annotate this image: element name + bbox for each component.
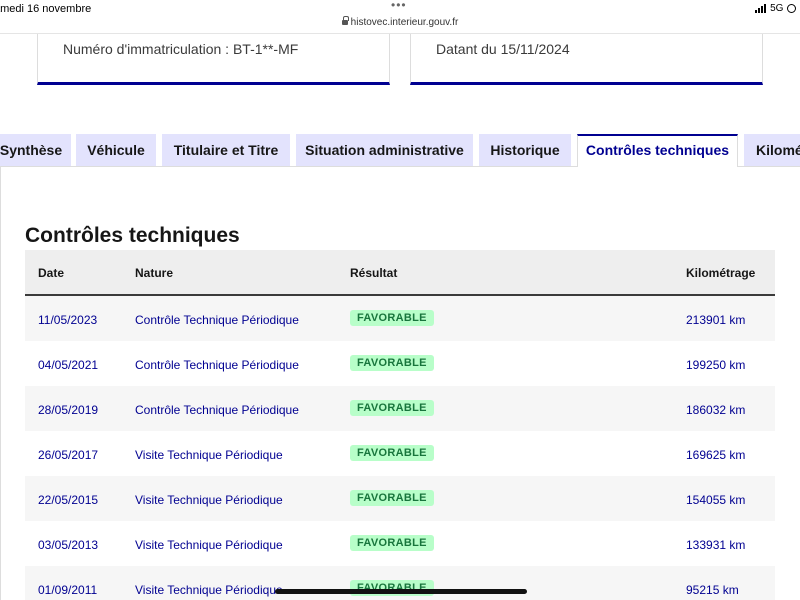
- result-badge: FAVORABLE: [350, 310, 434, 326]
- status-bar: amedi 16 novembre ••• histovec.interieur…: [0, 0, 800, 34]
- row-date: 03/05/2013: [38, 538, 99, 552]
- report-date-card: Datant du 15/11/2024: [410, 34, 763, 85]
- registration-card: Numéro d'immatriculation : BT-1**-MF: [37, 34, 390, 85]
- result-badge: FAVORABLE: [350, 445, 434, 461]
- row-km: 133931 km: [686, 538, 746, 552]
- result-badge: FAVORABLE: [350, 490, 434, 506]
- clock-icon: [787, 4, 797, 13]
- section-title: Contrôles techniques: [25, 224, 240, 247]
- table-row: 11/05/2023 Contrôle Technique Périodique…: [25, 296, 775, 341]
- row-nature: Contrôle Technique Périodique: [135, 313, 299, 327]
- row-date: 01/09/2011: [38, 583, 98, 597]
- header-km: Kilométrage: [686, 266, 756, 280]
- table-row: 26/05/2017 Visite Technique Périodique F…: [25, 431, 775, 476]
- lock-icon: [341, 16, 349, 25]
- tab-kilometrage[interactable]: Kilomé: [744, 134, 800, 166]
- status-indicators: 5G 7: [755, 3, 800, 14]
- report-date: Datant du 15/11/2024: [436, 41, 570, 57]
- row-date: 28/05/2019: [38, 403, 99, 417]
- row-date: 22/05/2015: [38, 493, 99, 507]
- row-km: 199250 km: [686, 358, 746, 372]
- signal-icon: [755, 4, 767, 13]
- row-km: 186032 km: [686, 403, 746, 417]
- tab-vehicule[interactable]: Véhicule: [76, 134, 156, 166]
- more-dots-icon[interactable]: •••: [391, 0, 407, 12]
- table-header: Date Nature Résultat Kilométrage: [25, 250, 775, 296]
- row-nature: Visite Technique Périodique: [135, 538, 283, 552]
- row-date: 26/05/2017: [38, 448, 99, 462]
- url-text: histovec.interieur.gouv.fr: [350, 17, 459, 28]
- table-row: 22/05/2015 Visite Technique Périodique F…: [25, 476, 775, 521]
- row-nature: Visite Technique Périodique: [135, 583, 283, 597]
- header-date: Date: [38, 266, 65, 280]
- row-nature: Contrôle Technique Périodique: [135, 358, 299, 372]
- result-badge: FAVORABLE: [350, 535, 434, 551]
- row-km: 154055 km: [686, 493, 746, 507]
- header-result: Résultat: [350, 266, 398, 280]
- table-row: 01/09/2011 Visite Technique Périodique F…: [25, 566, 775, 600]
- tab-titulaire-et-titre[interactable]: Titulaire et Titre: [162, 134, 290, 166]
- row-km: 169625 km: [686, 448, 746, 462]
- status-date: amedi 16 novembre: [0, 3, 92, 15]
- address-bar[interactable]: histovec.interieur.gouv.fr: [0, 16, 800, 28]
- table-row: 03/05/2013 Visite Technique Périodique F…: [25, 521, 775, 566]
- registration-number: Numéro d'immatriculation : BT-1**-MF: [63, 41, 299, 57]
- table-row: 04/05/2021 Contrôle Technique Périodique…: [25, 341, 775, 386]
- row-km: 95215 km: [686, 583, 739, 597]
- table-row: 28/05/2019 Contrôle Technique Périodique…: [25, 386, 775, 431]
- row-nature: Contrôle Technique Périodique: [135, 403, 299, 417]
- technical-inspections-table: Date Nature Résultat Kilométrage 11/05/2…: [25, 250, 775, 600]
- tab-synthese[interactable]: Synthèse: [0, 134, 71, 166]
- row-date: 11/05/2023: [38, 313, 98, 327]
- row-date: 04/05/2021: [38, 358, 99, 372]
- result-badge: FAVORABLE: [350, 400, 434, 416]
- network-label: 5G: [770, 3, 784, 14]
- row-nature: Visite Technique Périodique: [135, 493, 283, 507]
- row-nature: Visite Technique Périodique: [135, 448, 283, 462]
- tab-situation-administrative[interactable]: Situation administrative: [296, 134, 473, 166]
- row-km: 213901 km: [686, 313, 746, 327]
- tab-bar: Synthèse Véhicule Titulaire et Titre Sit…: [0, 134, 800, 167]
- tab-controles-techniques[interactable]: Contrôles techniques: [577, 134, 738, 167]
- tab-historique[interactable]: Historique: [479, 134, 571, 166]
- home-indicator[interactable]: [275, 589, 527, 594]
- header-nature: Nature: [135, 266, 174, 280]
- result-badge: FAVORABLE: [350, 355, 434, 371]
